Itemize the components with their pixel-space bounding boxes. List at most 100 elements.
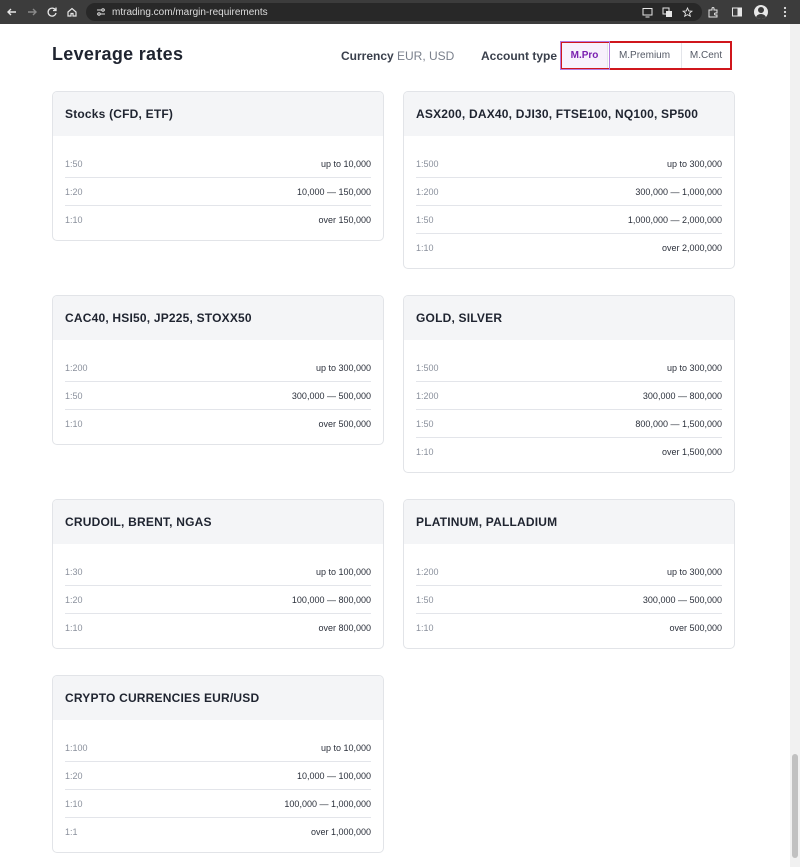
leverage-ratio: 1:50 [416,418,434,429]
table-row: 1:1 over 1,000,000 [65,818,371,846]
volume-range: up to 10,000 [320,158,371,169]
table-row: 1:50 800,000 — 1,500,000 [416,410,722,438]
volume-range: 300,000 — 800,000 [642,390,722,401]
volume-range: over 1,500,000 [661,447,722,457]
leverage-ratio: 1:20 [65,186,83,197]
leverage-ratio: 1:50 [65,158,83,169]
leverage-ratio: 1:50 [416,594,434,605]
card-title: CRYPTO CURRENCIES EUR/USD [53,676,383,720]
back-button[interactable] [2,0,22,24]
volume-range: up to 300,000 [666,158,722,169]
volume-range: 300,000 — 500,000 [642,594,722,605]
table-row: 1:200 up to 300,000 [416,558,722,586]
volume-range: up to 100,000 [315,566,371,577]
leverage-ratio: 1:10 [65,419,83,429]
leverage-ratio: 1:500 [416,158,439,169]
url-text: mtrading.com/margin-requirements [112,6,268,18]
account-type-label: Account type [481,49,558,63]
home-button[interactable] [62,0,82,24]
table-row: 1:500 up to 300,000 [416,354,722,382]
volume-range: over 500,000 [318,419,371,429]
leverage-ratio: 1:50 [416,214,434,225]
table-row: 1:200 up to 300,000 [65,354,371,382]
card-stocks: Stocks (CFD, ETF) 1:50 up to 10,000 1:20 1… [52,91,384,241]
leverage-ratio: 1:200 [416,390,439,401]
currency-value: EUR, USD [397,49,455,63]
leverage-ratio: 1:20 [65,770,83,781]
side-panel-icon[interactable] [726,0,748,24]
table-row: 1:20 100,000 — 800,000 [65,586,371,614]
arrow-right-icon [28,8,37,16]
reload-button[interactable] [42,0,62,24]
leverage-ratio: 1:100 [65,742,88,753]
volume-range: over 150,000 [318,215,371,225]
table-row: 1:50 300,000 — 500,000 [416,586,722,614]
tab-m-premium[interactable]: M.Premium [608,43,682,68]
card-indices-major: ASX200, DAX40, DJI30, FTSE100, NQ100, SP… [403,91,735,269]
table-row: 1:200 300,000 — 800,000 [416,382,722,410]
table-row: 1:100 up to 10,000 [65,734,371,762]
volume-range: 100,000 — 1,000,000 [284,798,371,809]
leverage-ratio: 1:50 [65,390,83,401]
bookmark-star-icon[interactable] [680,5,694,19]
tab-m-pro[interactable]: M.Pro [560,41,610,70]
menu-kebab-icon[interactable] [774,0,796,24]
volume-range: up to 300,000 [315,362,371,373]
table-row: 1:10 over 800,000 [65,614,371,642]
leverage-ratio: 1:10 [65,623,83,633]
table-row: 1:10 100,000 — 1,000,000 [65,790,371,818]
leverage-ratio: 1:10 [416,623,434,633]
volume-range: 300,000 — 1,000,000 [635,186,722,197]
table-row: 1:10 over 500,000 [65,410,371,438]
avatar [754,5,768,19]
arrow-left-icon [7,8,16,16]
tab-m-cent[interactable]: M.Cent [682,43,730,68]
table-row: 1:10 over 1,500,000 [416,438,722,466]
table-row: 1:10 over 150,000 [65,206,371,234]
table-row: 1:50 1,000,000 — 2,000,000 [416,206,722,234]
leverage-ratio: 1:10 [416,243,434,253]
forward-button[interactable] [22,0,42,24]
scrollbar-thumb[interactable] [792,754,798,858]
leverage-ratio: 1:30 [65,566,83,577]
reload-icon [47,7,57,17]
table-row: 1:50 300,000 — 500,000 [65,382,371,410]
volume-range: over 800,000 [318,623,371,633]
table-row: 1:20 10,000 — 100,000 [65,762,371,790]
currency-label: Currency [341,49,394,63]
install-app-icon[interactable] [640,5,654,19]
leverage-ratio: 1:10 [65,215,83,225]
volume-range: 800,000 — 1,500,000 [635,418,722,429]
volume-range: over 500,000 [669,623,722,633]
card-title: ASX200, DAX40, DJI30, FTSE100, NQ100, SP… [404,92,734,136]
leverage-ratio: 1:20 [65,594,83,605]
volume-range: over 2,000,000 [661,243,722,253]
table-row: 1:30 up to 100,000 [65,558,371,586]
leverage-ratio: 1:200 [416,186,439,197]
volume-range: 1,000,000 — 2,000,000 [627,214,722,225]
leverage-ratio: 1:500 [416,362,439,373]
card-title: Stocks (CFD, ETF) [53,92,383,136]
volume-range: 100,000 — 800,000 [291,594,371,605]
card-gold-silver: GOLD, SILVER 1:500 up to 300,000 1:200 300… [403,295,735,473]
browser-toolbar: mtrading.com/margin-requirements [0,0,800,24]
leverage-ratio: 1:1 [65,827,78,837]
leverage-ratio: 1:10 [416,447,434,457]
volume-range: up to 10,000 [320,742,371,753]
card-title: PLATINUM, PALLADIUM [404,500,734,544]
extensions-icon[interactable] [702,0,724,24]
translate-icon[interactable] [660,5,674,19]
page-scrollbar[interactable] [790,24,800,867]
volume-range: over 1,000,000 [310,827,371,837]
card-title: CAC40, HSI50, JP225, STOXX50 [53,296,383,340]
table-row: 1:10 over 500,000 [416,614,722,642]
table-row: 1:10 over 2,000,000 [416,234,722,262]
profile-button[interactable] [750,0,772,24]
leverage-ratio: 1:10 [65,798,83,809]
address-bar[interactable]: mtrading.com/margin-requirements [86,3,702,21]
site-info-icon[interactable] [94,5,108,19]
table-row: 1:200 300,000 — 1,000,000 [416,178,722,206]
card-crypto: CRYPTO CURRENCIES EUR/USD 1:100 up to 10,… [52,675,384,853]
table-row: 1:50 up to 10,000 [65,150,371,178]
volume-range: 10,000 — 150,000 [296,186,371,197]
